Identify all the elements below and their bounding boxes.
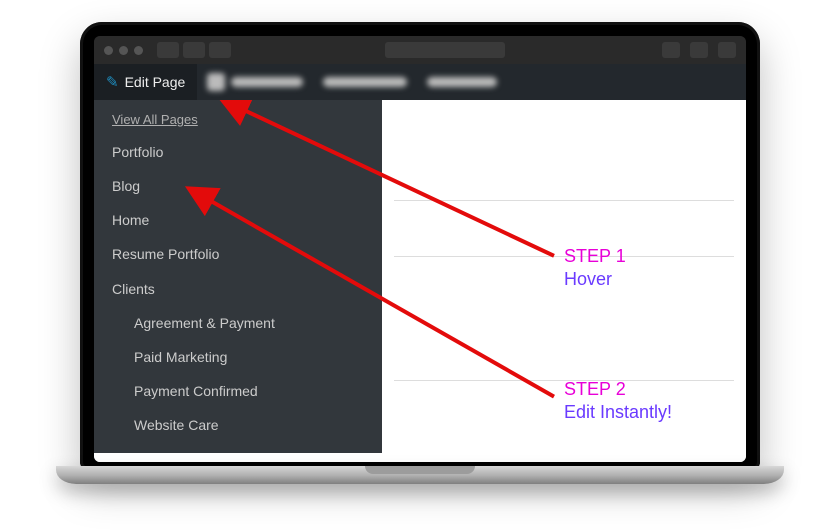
dropdown-item-home[interactable]: Home — [94, 203, 382, 237]
toolbar-blurred-item[interactable] — [417, 77, 507, 87]
toolbar-blurred-item[interactable] — [197, 73, 313, 91]
view-all-pages-link[interactable]: View All Pages — [94, 108, 382, 135]
dropdown-item-payment-confirmed[interactable]: Payment Confirmed — [94, 374, 382, 408]
wp-admin-bar: ✎ Edit Page — [94, 64, 746, 100]
traffic-dot[interactable] — [119, 46, 128, 55]
dropdown-item-paid-marketing[interactable]: Paid Marketing — [94, 340, 382, 374]
annotation-step1: STEP 1 Hover — [564, 245, 626, 290]
page-body: er Pro Pack r-pro-pack View All Pages Po… — [94, 100, 746, 462]
laptop-frame: ✎ Edit Page er — [80, 22, 760, 470]
annotation-step1-text: Hover — [564, 268, 626, 291]
annotation-step2-title: STEP 2 — [564, 378, 672, 401]
back-button[interactable] — [157, 42, 179, 58]
annotation-step2-text: Edit Instantly! — [564, 401, 672, 424]
edit-page-label: Edit Page — [125, 74, 186, 90]
pencil-icon: ✎ — [106, 73, 119, 91]
traffic-dot[interactable] — [134, 46, 143, 55]
reload-button[interactable] — [209, 42, 231, 58]
laptop-notch — [365, 466, 475, 474]
dropdown-item-website-care[interactable]: Website Care — [94, 408, 382, 442]
annotation-step1-title: STEP 1 — [564, 245, 626, 268]
dropdown-item-resume-portfolio[interactable]: Resume Portfolio — [94, 237, 382, 271]
dropdown-item-portfolio[interactable]: Portfolio — [94, 135, 382, 169]
screen: ✎ Edit Page er — [94, 36, 746, 462]
edit-page-dropdown: View All Pages Portfolio Blog Home Resum… — [94, 100, 382, 453]
dropdown-item-agreement-payment[interactable]: Agreement & Payment — [94, 306, 382, 340]
traffic-dot[interactable] — [104, 46, 113, 55]
annotation-step2: STEP 2 Edit Instantly! — [564, 378, 672, 423]
browser-chrome — [94, 36, 746, 64]
page-content-area: ✎ Edit Page er — [94, 64, 746, 462]
nav-buttons — [157, 42, 231, 58]
dropdown-item-blog[interactable]: Blog — [94, 169, 382, 203]
traffic-lights — [104, 46, 143, 55]
toolbar-blurred-item[interactable] — [313, 77, 417, 87]
chrome-menu-button[interactable] — [690, 42, 708, 58]
chrome-menu-button[interactable] — [662, 42, 680, 58]
address-bar[interactable] — [385, 42, 505, 58]
edit-page-button[interactable]: ✎ Edit Page — [94, 64, 197, 100]
chrome-menu-button[interactable] — [718, 42, 736, 58]
dropdown-item-clients[interactable]: Clients — [94, 272, 382, 306]
forward-button[interactable] — [183, 42, 205, 58]
